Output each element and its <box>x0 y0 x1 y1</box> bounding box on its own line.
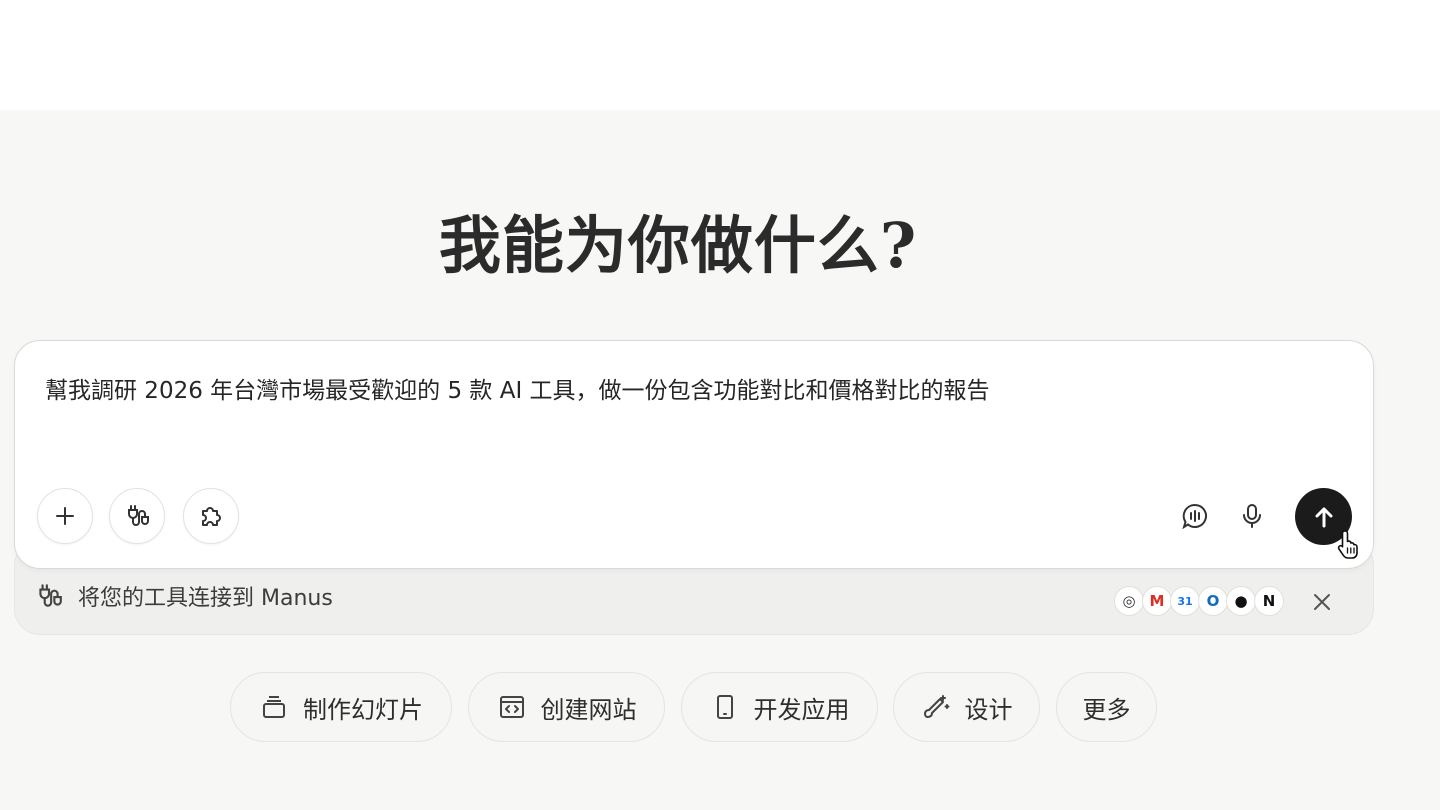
page-title: 我能为你做什么? <box>438 209 918 282</box>
add-button[interactable] <box>37 488 93 544</box>
voice-chat-icon <box>1182 503 1207 530</box>
voice-chat-button[interactable] <box>1177 498 1213 534</box>
plugins-button[interactable] <box>183 488 239 544</box>
chrome-icon: ◎ <box>1114 586 1144 616</box>
connect-tools-row[interactable]: 将您的工具连接到 Manus <box>34 580 333 612</box>
quick-action-website[interactable]: 创建网站 <box>468 672 665 742</box>
quick-action-label: 开发应用 <box>753 695 850 724</box>
quick-action-label: 更多 <box>1082 695 1131 724</box>
microphone-button[interactable] <box>1234 498 1270 534</box>
close-icon <box>1314 594 1330 610</box>
prompt-composer: 幫我調研 2026 年台灣市場最受歡迎的 5 款 AI 工具，做一份包含功能對比… <box>14 340 1374 569</box>
connect-tools-label: 将您的工具连接到 Manus <box>78 586 333 611</box>
github-icon: ● <box>1226 586 1256 616</box>
quick-action-design[interactable]: 设计 <box>893 672 1040 742</box>
quick-action-slides[interactable]: 制作幻灯片 <box>230 672 452 742</box>
quick-action-app[interactable]: 开发应用 <box>681 672 878 742</box>
close-tray-button[interactable] <box>1308 588 1336 616</box>
hand-pointer-cursor <box>1337 530 1358 559</box>
quick-action-label: 设计 <box>964 695 1013 724</box>
connected-apps[interactable]: ◎ M 31 O ● N <box>1114 586 1284 616</box>
notion-icon: N <box>1254 586 1284 616</box>
gmail-icon: M <box>1142 586 1172 616</box>
outlook-icon: O <box>1198 586 1228 616</box>
arrow-up-icon <box>1315 507 1332 527</box>
microphone-icon <box>1243 504 1261 528</box>
quick-action-label: 制作幻灯片 <box>303 695 423 724</box>
slides-icon <box>259 692 289 722</box>
puzzle-icon <box>202 507 221 526</box>
connector-icon <box>39 584 62 607</box>
quick-action-more[interactable]: 更多 <box>1056 672 1157 742</box>
calendar-icon: 31 <box>1170 586 1200 616</box>
design-icon <box>921 692 951 722</box>
prompt-input[interactable]: 幫我調研 2026 年台灣市場最受歡迎的 5 款 AI 工具，做一份包含功能對比… <box>45 371 1325 405</box>
quick-action-label: 创建网站 <box>540 695 637 724</box>
website-icon <box>497 692 527 722</box>
connectors-button[interactable] <box>109 488 165 544</box>
mobile-app-icon <box>710 692 740 722</box>
connector-icon <box>128 505 149 526</box>
plus-icon <box>56 507 74 525</box>
top-blank-area <box>0 0 1440 110</box>
quick-actions: 制作幻灯片 创建网站 开发应用 设计 更多 <box>0 672 1440 742</box>
